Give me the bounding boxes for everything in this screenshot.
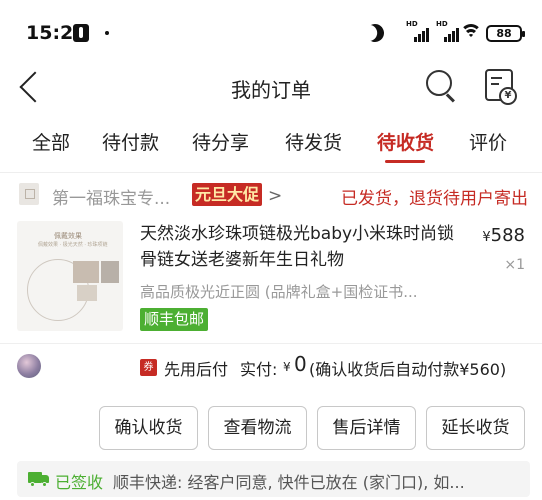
tab-pending-payment[interactable]: 待付款 [102,128,159,155]
promo-badge: 元旦大促 [192,183,263,206]
notification-dot [105,31,109,35]
product-title[interactable]: 天然淡水珍珠项链极光baby小米珠时尚锁骨链女送老婆新年生日礼物 [140,221,460,273]
page-title: 我的订单 [231,78,311,102]
paid-amount: 0 [294,352,307,376]
truck-icon [28,472,50,487]
coupon-icon: 券 [140,359,157,376]
paid-currency: ¥ [283,360,291,374]
product-image[interactable]: 佩戴效果 佩戴效果 · 极光天然 · 珍珠项链 [17,221,123,331]
shop-name[interactable]: 第一福珠宝专... [52,184,170,209]
product-spec: 高品质极光近正圆 (品牌礼盒+国检证书... [140,283,418,301]
active-tab-indicator [385,160,425,163]
product-quantity: ×1 [504,257,525,273]
delivery-status: 已签收 [55,473,104,492]
page-header: 我的订单 ¥ [0,66,542,110]
divider [0,343,542,344]
price-value: 588 [490,225,525,246]
network-label: HD [406,20,418,28]
product-price: ¥588 [482,225,525,246]
network-label: HD [436,20,448,28]
receipt-icon[interactable]: ¥ [485,69,517,105]
tiktok-icon [73,24,89,42]
search-icon[interactable] [426,70,456,103]
price-symbol: ¥ [482,230,491,245]
delivery-bar[interactable]: 已签收 顺丰快递: 经客户同意, 快件已放在 (家门口), 如... [17,461,530,497]
view-logistics-button[interactable]: 查看物流 [208,406,307,450]
payment-note: (确认收货后自动付款¥560) [309,360,507,379]
order-status: 已发货，退货待用户寄出 [341,189,528,209]
chevron-right-icon: > [268,186,283,206]
payment-method: 先用后付 [164,360,229,379]
tab-pending-shipment[interactable]: 待发货 [285,128,342,155]
confirm-receipt-button[interactable]: 确认收货 [99,406,198,450]
signal-icon: HD [406,20,432,44]
shipping-tag: 顺丰包邮 [140,308,209,331]
aftersale-details-button[interactable]: 售后详情 [317,406,416,450]
order-tabs: 全部 待付款 待分享 待发货 待收货 评价 [0,110,542,172]
status-bar: 15:25 HD HD 88 [0,0,542,66]
battery-icon: 88 [486,25,525,42]
payment-row: 券 先用后付 实付: ¥ 0 (确认收货后自动付款¥560) [0,351,542,387]
order-card[interactable]: 第一福珠宝专... 元旦大促 > 已发货，退货待用户寄出 佩戴效果 佩戴效果 ·… [0,172,542,500]
tab-pending-share[interactable]: 待分享 [192,128,249,155]
extend-receipt-button[interactable]: 延长收货 [426,406,525,450]
moon-icon [363,21,388,46]
signal-icon: HD [436,20,462,44]
avatar[interactable] [17,354,41,378]
shop-logo [19,183,39,205]
shop-row[interactable]: 第一福珠宝专... 元旦大促 > 已发货，退货待用户寄出 [0,173,542,217]
delivery-text: 顺丰快递: 经客户同意, 快件已放在 (家门口), 如... [113,473,465,492]
wifi-icon [460,24,482,42]
paid-label: 实付: [240,360,278,379]
tab-pending-receipt[interactable]: 待收货 [377,128,434,155]
tab-all[interactable]: 全部 [32,128,70,155]
tab-reviews[interactable]: 评价 [469,128,507,155]
